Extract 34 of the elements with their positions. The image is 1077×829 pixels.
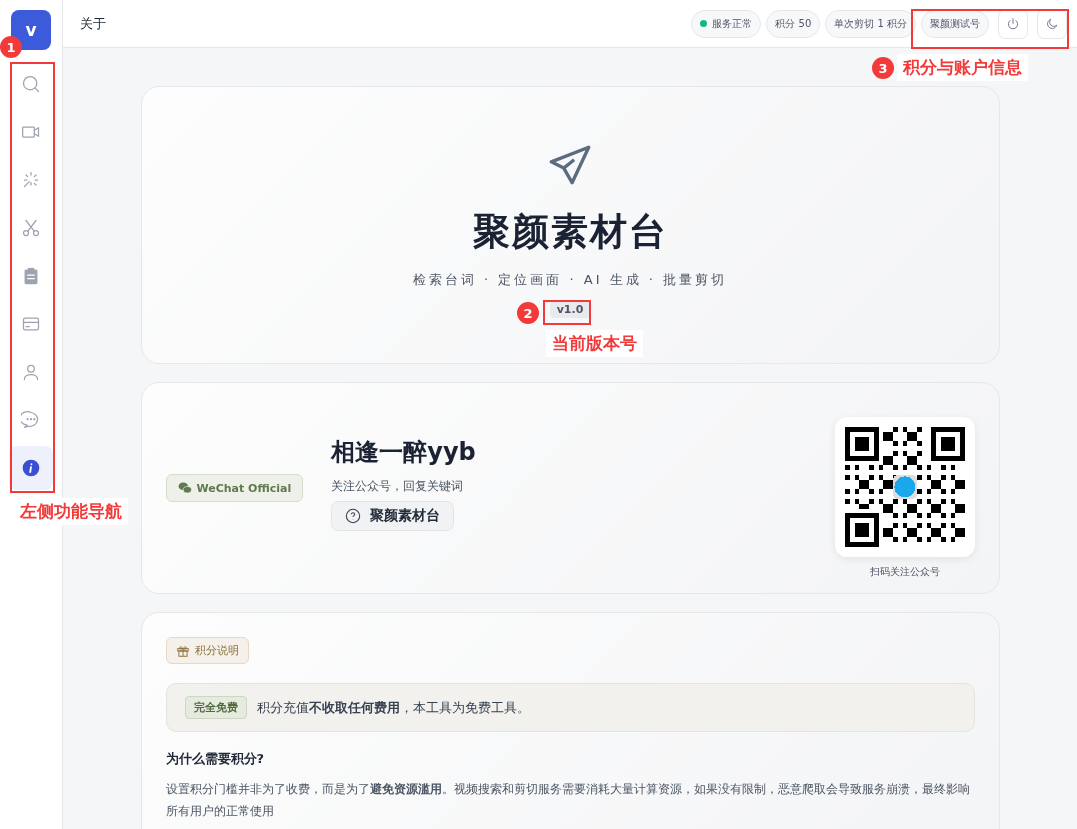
power-icon	[1006, 16, 1020, 31]
notice-text: 积分充值不收取任何费用，本工具为免费工具。	[256, 698, 530, 717]
sidebar-item[interactable]	[9, 446, 53, 490]
info-chip: 单次剪切 1 积分	[825, 9, 916, 38]
info-icon	[21, 458, 41, 478]
paragraph: 设置积分门槛并非为了收费，而是为了避免资源滥用。视频搜索和剪切服务需要消耗大量计算资源，如果没有限制，恶意爬取会导致服务崩溃，最终影响所有用户的正常使用	[165, 781, 971, 820]
sparkle-icon	[21, 170, 41, 190]
tagline: 检索台词 · 定位画面 · AI 生成 · 批量剪切	[412, 271, 728, 289]
search-icon	[21, 74, 41, 94]
page-title: 关于	[80, 14, 106, 33]
scissors-icon	[21, 218, 41, 238]
section-heading: 为什么需要积分?	[165, 750, 265, 768]
user-icon	[21, 362, 41, 382]
info-chip: 积分 50	[766, 9, 821, 38]
keyword-chip: 聚颜素材台	[331, 500, 455, 531]
callout-label: 积分与账户信息	[897, 54, 1028, 81]
account-name: 相逢一醉yyb	[331, 436, 476, 468]
app-title: 聚颜素材台	[472, 209, 668, 255]
info-chip: 聚颜测试号	[921, 9, 989, 38]
chat-icon	[21, 410, 41, 430]
qr-caption: 扫码关注公众号	[869, 565, 940, 579]
free-badge: 完全免费	[184, 696, 247, 719]
callout-label: 当前版本号	[546, 330, 643, 357]
power-button[interactable]	[998, 8, 1028, 39]
wechat-badge: WeChat Official	[165, 474, 304, 502]
theme-button[interactable]	[1037, 8, 1067, 39]
gift-icon	[175, 643, 190, 658]
question-icon	[345, 507, 362, 524]
chat-bubbles-icon	[177, 481, 192, 495]
moon-icon	[1045, 16, 1059, 31]
points-tag: 积分说明	[165, 637, 249, 664]
follow-hint: 关注公众号，回复关键词	[331, 477, 464, 495]
service-status-chip: 服务正常	[691, 9, 762, 38]
highlight-frame	[543, 300, 591, 325]
